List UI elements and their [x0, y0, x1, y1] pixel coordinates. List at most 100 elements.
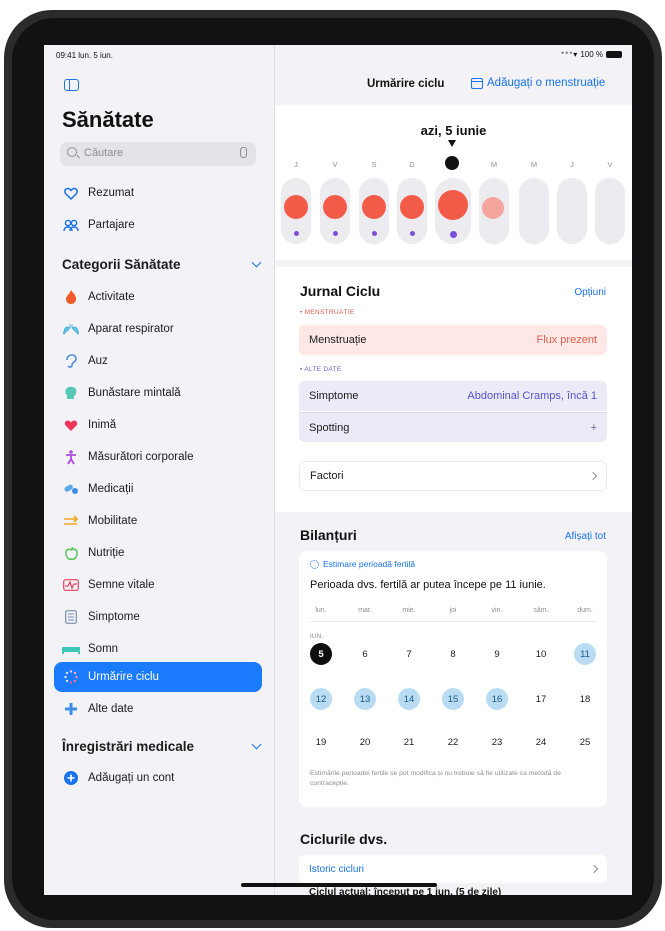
sidebar-item-vitals[interactable]: Semne vitale: [54, 571, 262, 599]
home-indicator[interactable]: [241, 883, 437, 887]
calendar-day[interactable]: 22: [442, 731, 464, 753]
fertility-dot: [450, 231, 457, 238]
symptoms-value: Abdominal Cramps, încă 1: [467, 390, 597, 402]
add-period-button[interactable]: Adăugați o menstruație: [471, 77, 605, 89]
calendar-day[interactable]: 17: [530, 688, 552, 710]
chevron-down-icon[interactable]: [251, 257, 262, 268]
cycle-history-link[interactable]: Istoric cicluri: [309, 864, 364, 875]
calendar-day-fertile[interactable]: 15: [442, 688, 464, 710]
heart-outline-icon: [62, 184, 80, 202]
medical-records-heading: Înregistrări medicale: [62, 739, 195, 754]
sidebar-item-label: Nutriție: [88, 547, 125, 559]
app-title: Sănătate: [62, 107, 154, 132]
battery-percent: 100 %: [580, 50, 603, 59]
month-tag: IUN.: [310, 633, 323, 640]
calendar-day[interactable]: 6: [354, 643, 376, 665]
symptoms-row[interactable]: Simptome Abdominal Cramps, încă 1: [299, 381, 607, 411]
sidebar-item-respiratory[interactable]: Aparat respirator: [54, 315, 262, 343]
calendar-day[interactable]: 23: [486, 731, 508, 753]
sidebar-item-label: Medicații: [88, 483, 134, 495]
sidebar-item-label: Inimă: [88, 419, 117, 431]
spotting-row[interactable]: Spotting +: [299, 412, 607, 442]
fertility-sparkle-icon: [310, 559, 319, 569]
sidebar-item-mobility[interactable]: Mobilitate: [54, 507, 262, 535]
search-field[interactable]: Căutare: [60, 142, 256, 166]
fertility-disclaimer: Estimările perioadei fertile se pot modi…: [310, 770, 561, 787]
sidebar-item-label: Măsurători corporale: [88, 451, 194, 463]
show-all-link[interactable]: Afișați tot: [565, 531, 606, 542]
fertile-window-heading-label: Estimare perioadă fertilă: [323, 559, 416, 569]
calendar-day[interactable]: 8: [442, 643, 464, 665]
sidebar-item-sharing[interactable]: Partajare: [54, 211, 262, 239]
page-title: Urmărire ciclu: [367, 78, 445, 90]
sidebar-item-heart[interactable]: Inimă: [54, 411, 262, 439]
calendar-day[interactable]: 9: [486, 643, 508, 665]
sidebar-item-label: Partajare: [88, 219, 135, 231]
lungs-icon: [62, 320, 80, 338]
period-flow-dot: [323, 195, 347, 219]
sidebar-item-label: Somn: [88, 643, 119, 655]
factors-row[interactable]: Factori: [299, 461, 607, 491]
calendar-day-fertile[interactable]: 13: [354, 688, 376, 710]
period-flow-dot-light: [482, 197, 504, 219]
timeline-day-letter: V: [332, 160, 338, 169]
categories-heading: Categorii Sănătate: [62, 257, 181, 272]
sidebar-item-medications[interactable]: Medicații: [54, 475, 262, 503]
cycle-history-row[interactable]: Istoric cicluri: [299, 855, 607, 883]
microphone-icon[interactable]: [240, 147, 247, 158]
multitasking-dots[interactable]: •••: [561, 48, 573, 58]
sidebar-item-nutrition[interactable]: Nutriție: [54, 539, 262, 567]
timeline-day-letter: S: [371, 160, 377, 169]
sidebar-item-add-account[interactable]: Adăugați un cont: [54, 764, 262, 792]
calendar-day[interactable]: 18: [574, 688, 596, 710]
sidebar-toggle-icon[interactable]: [64, 79, 79, 91]
timeline-day[interactable]: [519, 178, 549, 244]
fertile-window-card[interactable]: Estimare perioadă fertilă Perioada dvs. …: [299, 551, 607, 807]
sidebar-item-symptoms[interactable]: Simptome: [54, 603, 262, 631]
calendar-day[interactable]: 21: [398, 731, 420, 753]
calendar-day-fertile[interactable]: 11: [574, 643, 596, 665]
calendar-day[interactable]: 20: [354, 731, 376, 753]
calendar-day-fertile[interactable]: 16: [486, 688, 508, 710]
fertility-dot: [294, 231, 299, 236]
chevron-right-icon: [588, 471, 598, 481]
battery-icon: [606, 51, 622, 58]
weekday-label: sâm.: [533, 607, 549, 614]
sidebar-item-hearing[interactable]: Auz: [54, 347, 262, 375]
sidebar-item-cycle-tracking[interactable]: Urmărire ciclu: [54, 662, 262, 692]
period-flow-dot-today: [438, 190, 468, 220]
chevron-down-icon[interactable]: [251, 739, 262, 750]
cycle-timeline[interactable]: J V S D M M J V: [275, 150, 632, 260]
timeline-day-letter: J: [294, 160, 298, 169]
heart-icon: [62, 416, 80, 434]
sidebar-item-sleep[interactable]: Somn: [54, 635, 262, 663]
sidebar-item-activity[interactable]: Activitate: [54, 283, 262, 311]
menstruation-row[interactable]: Menstruație Flux prezent: [299, 325, 607, 355]
sidebar-item-body-measurements[interactable]: Măsurători corporale: [54, 443, 262, 471]
calendar-day[interactable]: 7: [398, 643, 420, 665]
calendar-day-fertile[interactable]: 12: [310, 688, 332, 710]
weekday-label: dum.: [577, 607, 593, 614]
calendar-day[interactable]: 10: [530, 643, 552, 665]
add-spotting-button[interactable]: +: [591, 422, 597, 434]
sidebar-item-mental-wellbeing[interactable]: Bunăstare mintală: [54, 379, 262, 407]
calendar-day[interactable]: 25: [574, 731, 596, 753]
sidebar: 09:41 lun. 5 iun. Sănătate Căutare Rezum…: [44, 45, 275, 895]
timeline-day[interactable]: [557, 178, 587, 244]
calendar-day[interactable]: 19: [310, 731, 332, 753]
search-icon: [67, 147, 77, 157]
calendar-icon: [471, 77, 483, 89]
calendar-day[interactable]: 24: [530, 731, 552, 753]
calendar-day-today[interactable]: 5: [310, 643, 332, 665]
sidebar-item-label: Activitate: [88, 291, 135, 303]
sidebar-item-label: Rezumat: [88, 187, 135, 199]
sidebar-item-other-data[interactable]: Alte date: [54, 695, 262, 723]
calendar-day-fertile[interactable]: 14: [398, 688, 420, 710]
sidebar-item-label: Simptome: [88, 611, 140, 623]
timeline-day-letter: V: [607, 160, 613, 169]
timeline-day[interactable]: [595, 178, 625, 244]
sidebar-item-summary[interactable]: Rezumat: [54, 179, 262, 207]
sidebar-item-label: Semne vitale: [88, 579, 155, 591]
options-link[interactable]: Opțiuni: [574, 287, 606, 298]
apple-icon: [62, 544, 80, 562]
